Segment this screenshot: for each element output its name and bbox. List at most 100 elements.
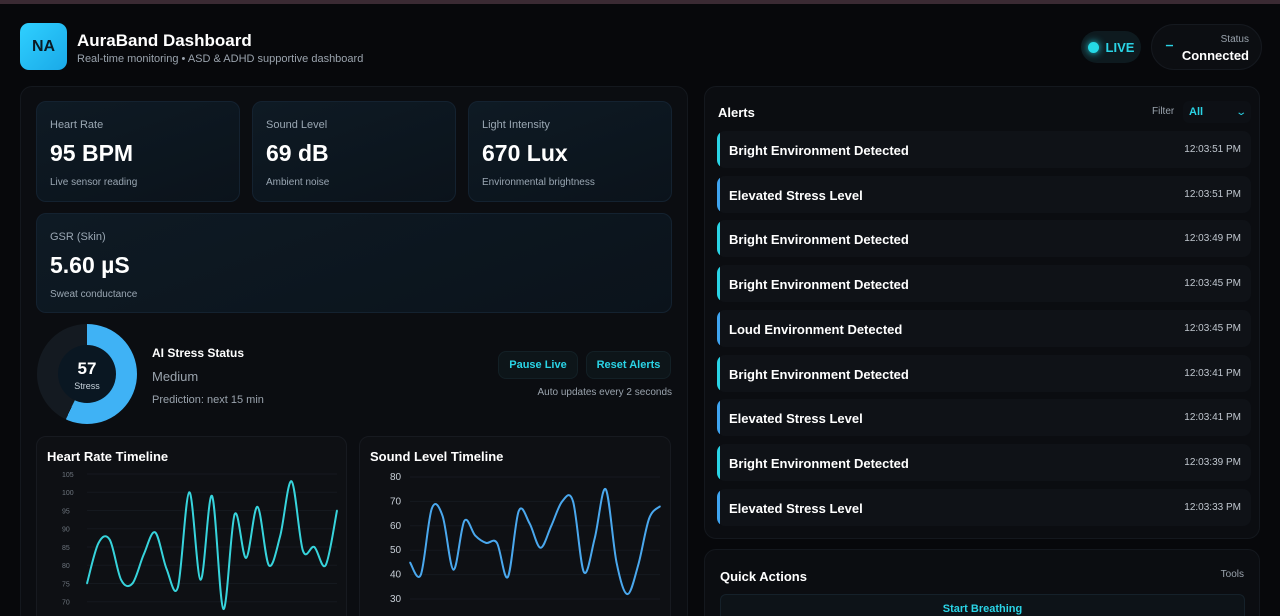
- data-point: [86, 582, 88, 585]
- metric-label: Light Intensity: [482, 119, 550, 131]
- alert-text: Elevated Stress Level: [729, 187, 863, 203]
- connection-status: ▁ Status Connected: [1151, 24, 1262, 70]
- quick-actions-title: Quick Actions: [720, 569, 807, 584]
- alert-time: 12:03:39 PM: [1184, 456, 1241, 468]
- data-point: [97, 542, 100, 545]
- alert-text: Bright Environment Detected: [729, 232, 909, 248]
- y-tick-label: 90: [62, 527, 70, 534]
- alert-item[interactable]: Bright Environment Detected 12:03:45 PM: [717, 265, 1251, 303]
- y-tick-label: 75: [62, 581, 70, 588]
- metric-card-sound-level: Sound Level 69 dB Ambient noise: [252, 101, 456, 202]
- data-point: [199, 579, 202, 581]
- y-tick-label: 30: [390, 594, 402, 605]
- stress-caption: Stress: [74, 381, 100, 391]
- data-point: [268, 564, 270, 567]
- data-point: [485, 542, 487, 544]
- y-tick-label: 95: [62, 508, 70, 515]
- data-point: [143, 553, 145, 556]
- data-point: [131, 582, 134, 585]
- heart-rate-plot: 70 75 80 85 90 95 100 105: [62, 472, 338, 611]
- live-label: LIVE: [1105, 39, 1135, 55]
- alert-item[interactable]: Loud Environment Detected 12:03:45 PM: [717, 309, 1251, 347]
- y-tick-label: 50: [390, 545, 402, 556]
- data-point: [507, 576, 509, 578]
- live-dot-icon: [1087, 41, 1099, 53]
- filter-value: All: [1189, 106, 1204, 118]
- pause-live-button[interactable]: Pause Live: [498, 351, 578, 379]
- alert-item[interactable]: Elevated Stress Level 12:03:51 PM: [717, 175, 1251, 213]
- alerts-title: Alerts: [718, 105, 755, 120]
- alert-text: Elevated Stress Level: [729, 411, 863, 427]
- tools-label: Tools: [1220, 569, 1244, 580]
- alert-severity-bar: [717, 131, 720, 168]
- data-point: [324, 564, 327, 567]
- data-point: [409, 561, 411, 564]
- data-point: [572, 500, 574, 503]
- y-tick-label: 100: [62, 490, 74, 497]
- app-title: AuraBand Dashboard: [77, 31, 252, 50]
- data-point: [452, 568, 455, 571]
- alert-text: Bright Environment Detected: [729, 143, 909, 158]
- data-point: [420, 573, 422, 576]
- data-point: [528, 522, 531, 525]
- alert-time: 12:03:51 PM: [1184, 188, 1241, 200]
- data-point: [474, 534, 477, 537]
- data-point: [279, 535, 281, 537]
- metric-card-light-intensity: Light Intensity 670 Lux Environmental br…: [468, 101, 672, 202]
- data-point: [517, 510, 520, 512]
- metric-value: 5.60 µS: [50, 252, 130, 278]
- data-point: [496, 542, 498, 544]
- alert-text: Elevated Stress Level: [729, 500, 863, 516]
- data-point: [188, 491, 191, 494]
- y-tick-label: 70: [390, 496, 402, 507]
- data-point: [245, 557, 247, 559]
- y-tick-label: 85: [62, 545, 70, 552]
- metric-note: Ambient noise: [266, 177, 330, 188]
- data-point: [256, 506, 259, 508]
- alerts-panel: Alerts Filter All ⌄ Bright Environment D…: [704, 86, 1260, 539]
- y-tick-label: 40: [390, 570, 402, 581]
- metric-value: 95 BPM: [50, 140, 134, 166]
- alert-item[interactable]: Bright Environment Detected 12:03:39 PM: [717, 443, 1251, 481]
- alert-item[interactable]: Elevated Stress Level 12:03:33 PM: [717, 488, 1251, 526]
- data-point: [154, 531, 156, 534]
- alert-item[interactable]: Bright Environment Detected 12:03:51 PM: [717, 131, 1251, 168]
- reset-alerts-button[interactable]: Reset Alerts: [586, 351, 671, 379]
- data-point: [120, 579, 122, 581]
- stress-prediction: Prediction: next 15 min: [152, 394, 264, 406]
- alert-time: 12:03:49 PM: [1184, 233, 1241, 245]
- alert-time: 12:03:51 PM: [1184, 144, 1241, 155]
- alert-text: Bright Environment Detected: [729, 455, 909, 471]
- filter-label: Filter: [1152, 106, 1175, 117]
- metric-card-heart-rate: Heart Rate 95 BPM Live sensor reading: [36, 101, 240, 202]
- data-point: [211, 495, 213, 497]
- data-point: [233, 513, 236, 515]
- y-tick-label: 80: [390, 472, 402, 483]
- data-point: [615, 561, 618, 564]
- app-logo: NA: [20, 23, 67, 70]
- alert-severity-bar: [717, 399, 720, 437]
- alert-text: Loud Environment Detected: [729, 321, 903, 337]
- stress-score: 57: [77, 359, 97, 378]
- metric-label: Heart Rate: [50, 119, 104, 131]
- alert-item[interactable]: Elevated Stress Level 12:03:41 PM: [717, 399, 1251, 437]
- alert-item[interactable]: Bright Environment Detected 12:03:49 PM: [717, 220, 1251, 258]
- start-breathing-button[interactable]: Start Breathing: [720, 594, 1245, 616]
- signal-icon: ▁: [1166, 36, 1173, 46]
- data-point: [430, 507, 433, 510]
- alert-severity-bar: [717, 488, 720, 526]
- metric-label: Sound Level: [266, 119, 328, 131]
- status-label: Status: [1220, 34, 1249, 45]
- live-indicator: LIVE: [1081, 31, 1141, 63]
- data-point: [539, 546, 542, 549]
- alert-text: Bright Environment Detected: [729, 366, 909, 382]
- window-top-bar: [0, 0, 1280, 4]
- data-point: [550, 525, 553, 527]
- metric-value: 69 dB: [266, 140, 329, 166]
- alert-severity-bar: [717, 443, 720, 481]
- sound-level-plot: 30 40 50 60 70 80: [390, 472, 661, 605]
- alert-item[interactable]: Bright Environment Detected 12:03:41 PM: [717, 354, 1251, 392]
- data-point: [290, 480, 293, 483]
- filter-select[interactable]: All ⌄: [1183, 101, 1251, 123]
- metric-label: GSR (Skin): [50, 231, 106, 243]
